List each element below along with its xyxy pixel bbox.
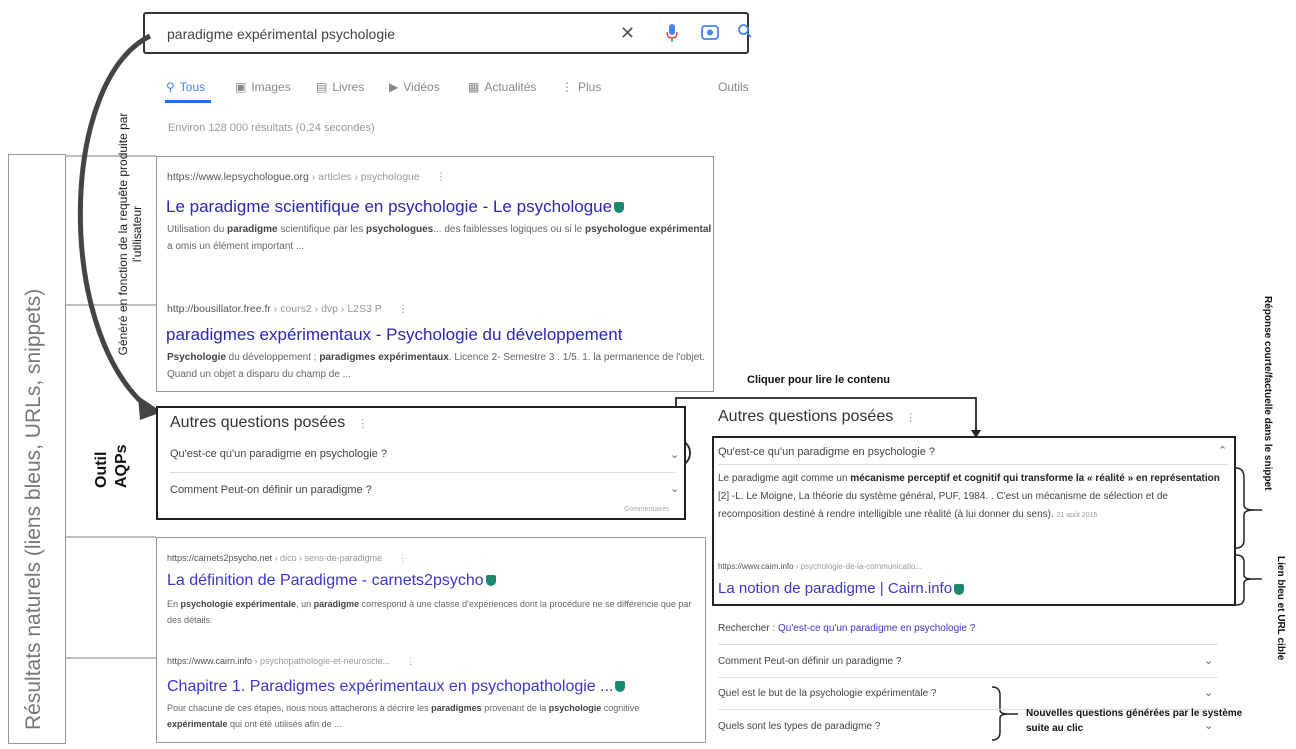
paa-question[interactable]: Quel est le but de la psychologie expéri…	[718, 688, 936, 699]
chevron-down-icon[interactable]: ⌄	[670, 448, 679, 461]
chevron-down-icon[interactable]: ⌄	[670, 482, 679, 495]
verified-shield-icon	[614, 202, 625, 214]
blue-link-label: Lien bleu et URL cible	[1275, 556, 1286, 661]
paa-answer-snippet: Le paradigme agit comme un mécanisme per…	[718, 473, 1220, 520]
paa-result-url[interactable]: https://www.cairn.info › psychologie-de-…	[718, 562, 922, 571]
generated-label: Généré en fonction de la requête produit…	[116, 112, 144, 356]
paa-question[interactable]: Quels sont les types de paradigme ?	[718, 721, 880, 732]
paa-title: Autres questions posées ⋮	[170, 414, 369, 431]
result-snippet: Utilisation du paradigme scientifique pa…	[167, 224, 712, 252]
paa-question[interactable]: Comment Peut-on définir un paradigme ?	[718, 656, 901, 667]
paa-title-right: Autres questions posées ⋮	[718, 408, 917, 425]
chevron-down-icon[interactable]: ⌄	[1204, 654, 1213, 667]
result-snippet: Psychologie du développement ; paradigme…	[167, 352, 705, 380]
divider	[170, 472, 675, 473]
results-box-top: https://www.lepsychologue.org › articles…	[156, 156, 714, 392]
paa-question[interactable]: Comment Peut-on définir un paradigme ?	[170, 484, 372, 496]
divider	[718, 644, 1218, 645]
verified-shield-icon	[615, 681, 626, 693]
result-title[interactable]: Chapitre 1. Paradigmes expérimentaux en …	[167, 678, 626, 696]
paa-question[interactable]: Qu'est-ce qu'un paradigme en psychologie…	[170, 448, 387, 460]
short-answer-label: Réponse courte/factuelle dans le snippet	[1262, 296, 1273, 491]
paa-search-row[interactable]: Rechercher : Qu'est-ce qu'un paradigme e…	[718, 623, 975, 634]
result-url[interactable]: http://bousillator.free.fr › cours2 › dv…	[167, 303, 408, 315]
more-vert-icon: ⋮	[435, 171, 447, 183]
new-questions-annotation: Nouvelles questions générées par le syst…	[1026, 708, 1243, 734]
result-title[interactable]: Le paradigme scientifique en psychologie…	[166, 197, 625, 217]
more-vert-icon: ⋮	[406, 656, 416, 666]
paa-result-title[interactable]: La notion de paradigme | Cairn.info	[718, 580, 965, 597]
more-vert-icon: ⋮	[397, 303, 409, 315]
feedback-link[interactable]: Commentaires	[624, 506, 670, 513]
paa-search-link[interactable]: Qu'est-ce qu'un paradigme en psychologie…	[778, 623, 975, 634]
result-url[interactable]: https://www.cairn.info › psychopathologi…	[167, 656, 415, 667]
more-vert-icon: ⋮	[357, 418, 369, 430]
verified-shield-icon	[485, 575, 496, 587]
divider	[718, 464, 1228, 465]
tool-aqp-label: Outil AQPs	[93, 444, 130, 488]
results-box-bottom: https://carnets2psycho.net › dico › sens…	[156, 537, 706, 743]
result-url[interactable]: https://www.lepsychologue.org › articles…	[167, 171, 446, 183]
chevron-down-icon[interactable]: ⌄	[1204, 686, 1213, 699]
paa-box-left: Autres questions posées ⋮ Qu'est-ce qu'un…	[156, 406, 686, 520]
more-vert-icon: ⋮	[905, 412, 917, 424]
paa-open-question[interactable]: Qu'est-ce qu'un paradigme en psychologie…	[718, 446, 935, 458]
result-snippet: Pour chacune de ces étapes, nous nous at…	[167, 703, 640, 729]
result-title[interactable]: La définition de Paradigme - carnets2psy…	[167, 572, 496, 590]
result-title[interactable]: paradigmes expérimentaux - Psychologie d…	[166, 325, 622, 345]
more-vert-icon: ⋮	[398, 553, 408, 563]
verified-shield-icon	[954, 583, 965, 595]
click-annotation: Cliquer pour lire le contenu	[747, 374, 891, 386]
chevron-up-icon[interactable]: ⌃	[1218, 444, 1227, 457]
divider	[718, 677, 1218, 678]
result-url[interactable]: https://carnets2psycho.net › dico › sens…	[167, 553, 407, 564]
paa-expanded-box: Qu'est-ce qu'un paradigme en psychologie…	[712, 436, 1236, 606]
result-snippet: En psychologie expérimentale, un paradig…	[167, 599, 692, 625]
